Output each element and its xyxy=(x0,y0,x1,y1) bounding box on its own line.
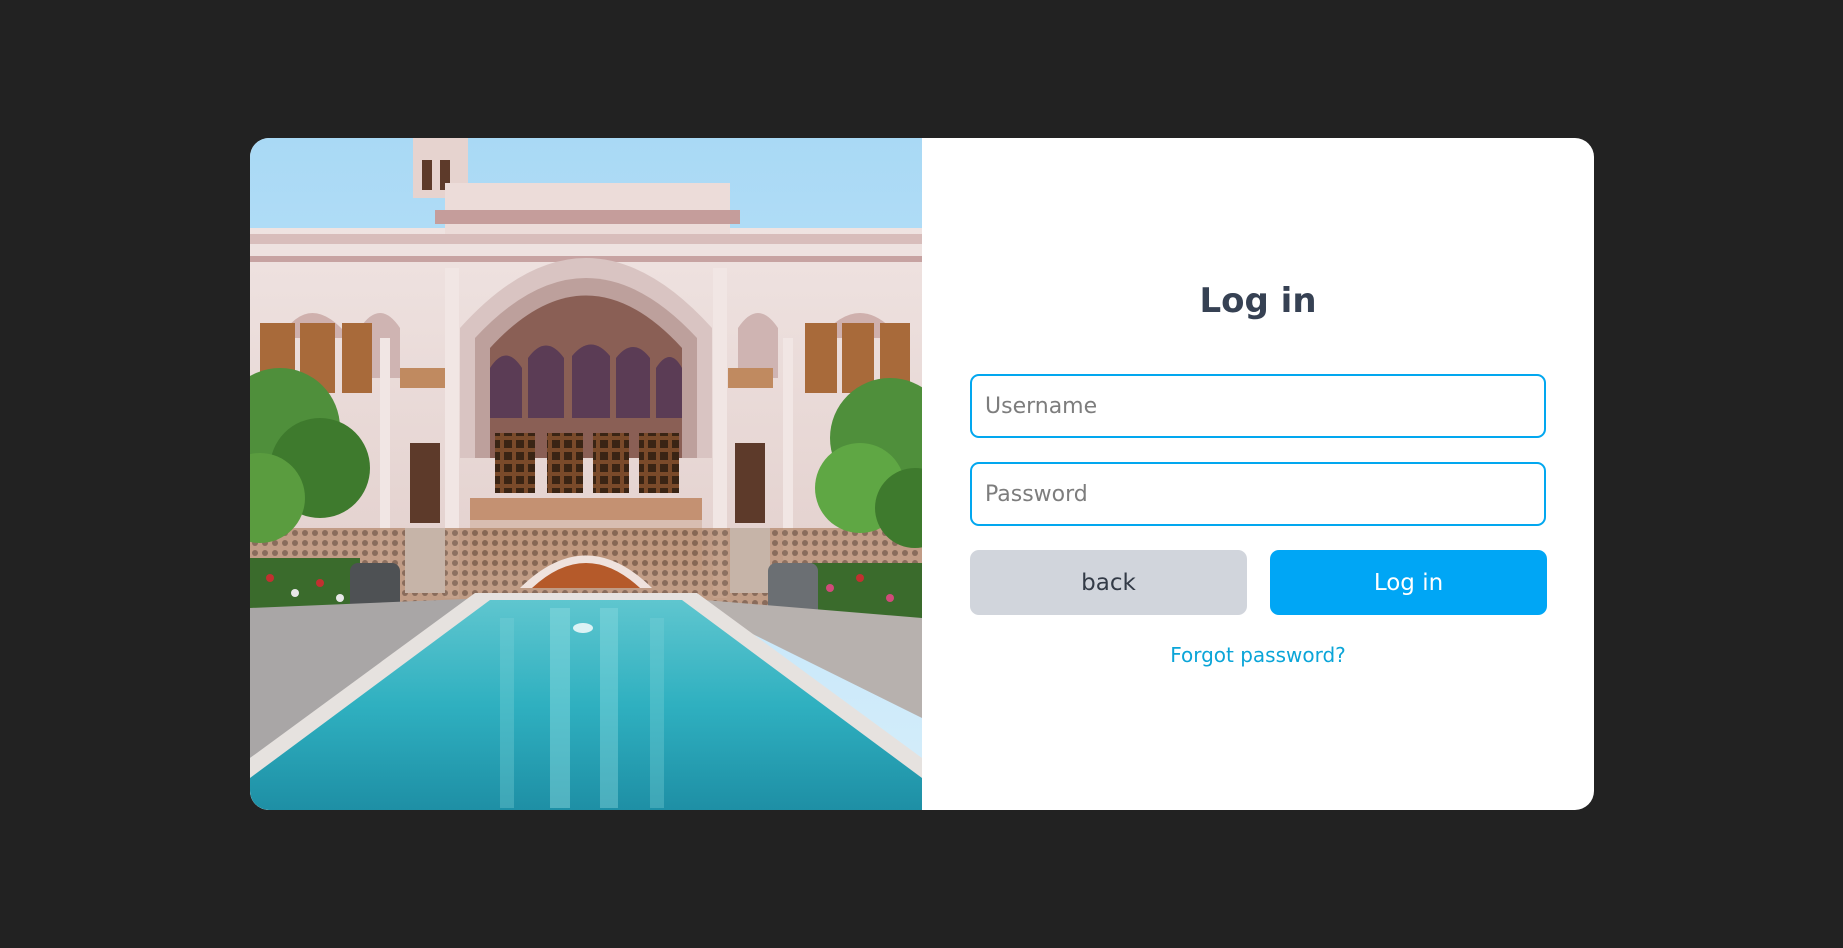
login-card: Log in back Log in Forgot password? xyxy=(250,138,1594,810)
password-input[interactable] xyxy=(970,462,1546,526)
login-button[interactable]: Log in xyxy=(1270,550,1547,615)
courtyard-photo xyxy=(250,138,922,810)
username-input[interactable] xyxy=(970,374,1546,438)
back-button[interactable]: back xyxy=(970,550,1247,615)
forgot-password-link[interactable]: Forgot password? xyxy=(922,643,1594,667)
page-title: Log in xyxy=(1199,281,1317,321)
login-form: Log in back Log in Forgot password? xyxy=(922,138,1594,810)
